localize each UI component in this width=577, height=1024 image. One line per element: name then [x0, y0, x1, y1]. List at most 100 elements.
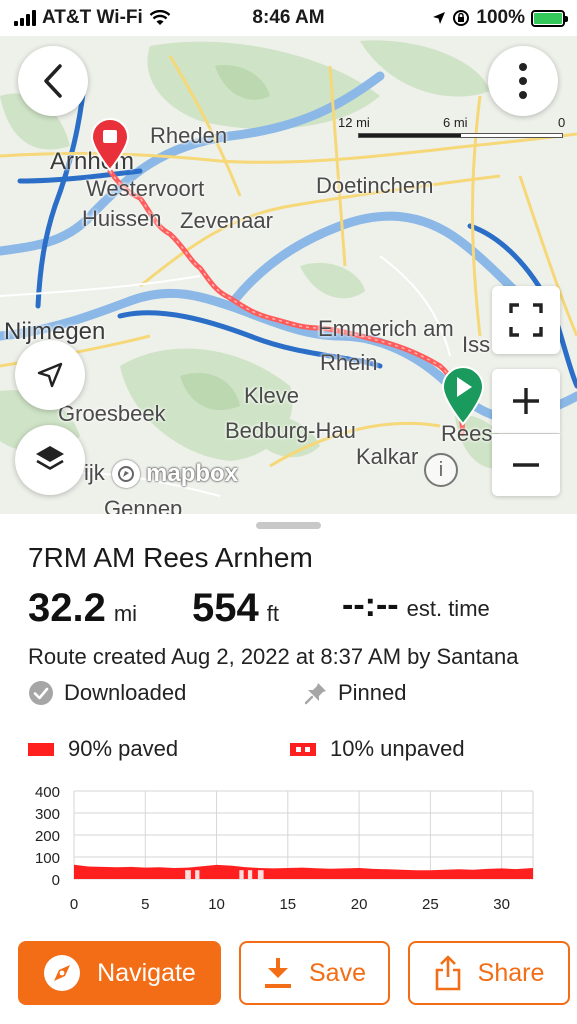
more-button[interactable] [488, 46, 558, 116]
map-label-groesbeek: Groesbeek [58, 401, 166, 426]
orientation-lock-icon [453, 10, 470, 26]
map-label-kleve: Kleve [244, 383, 300, 408]
mapbox-wordmark: mapbox [146, 460, 239, 487]
location-arrow-icon [37, 362, 63, 388]
chart-x-tick-label: 25 [422, 896, 439, 913]
chart-y-tick-label: 100 [35, 850, 60, 867]
mapbox-logo-icon [112, 460, 140, 488]
compass-icon [44, 955, 81, 991]
map-label-kalkar: Kalkar [356, 444, 419, 469]
unpaved-swatch [290, 742, 316, 756]
save-button[interactable]: Save [239, 941, 390, 1005]
navigate-button[interactable]: Navigate [18, 941, 221, 1005]
map-label-doetinchem: Doetinchem [316, 173, 434, 198]
route-details-sheet: 7RM AM Rees Arnhem 32.2 mi 554 ft --:-- … [0, 514, 577, 1024]
chart-x-tick-label: 15 [279, 896, 296, 913]
chart-y-tick-label: 400 [35, 784, 60, 801]
legend-unpaved: 10% unpaved [290, 736, 465, 762]
pinned-label: Pinned [338, 680, 407, 705]
map-label-zevenaar: Zevenaar [180, 208, 273, 233]
share-button[interactable]: Share [408, 941, 570, 1005]
chart-y-tick-label: 0 [52, 872, 60, 889]
download-icon [265, 958, 291, 988]
map-label-rhein: Rhein [320, 350, 378, 375]
legend-paved: 90% paved [28, 736, 178, 762]
back-button[interactable] [18, 46, 88, 116]
paved-label: 90% paved [68, 736, 179, 761]
downloaded-label: Downloaded [64, 680, 187, 705]
scale-label-12mi: 12 mi [338, 115, 370, 130]
distance-stat: 32.2 mi [28, 586, 137, 631]
distance-value: 32.2 [28, 586, 106, 630]
checkmark-circle-icon [29, 681, 53, 705]
start-pin-icon[interactable] [441, 366, 485, 426]
info-icon: i [438, 458, 444, 481]
status-bar: AT&T Wi-Fi 8:46 AM 100% [0, 0, 577, 36]
navigate-label: Navigate [97, 958, 196, 987]
unpaved-segment [195, 870, 200, 879]
chart-x-tick-label: 30 [493, 896, 510, 913]
end-pin-icon[interactable] [90, 118, 130, 172]
battery-icon [531, 9, 568, 27]
downloaded-status: Downloaded [28, 680, 186, 706]
mapbox-attribution[interactable]: mapbox [112, 460, 238, 488]
map-label-ijk: ijk [84, 460, 105, 485]
unpaved-segment [257, 870, 264, 879]
share-icon [435, 955, 460, 991]
pinned-status[interactable]: Pinned [304, 680, 407, 706]
route-name: 7RM AM Rees Arnhem [28, 542, 313, 573]
locate-button[interactable] [15, 340, 85, 410]
time-value: --:-- [342, 586, 399, 624]
minus-icon [513, 463, 539, 467]
fullscreen-button[interactable] [492, 286, 560, 354]
layers-icon [36, 446, 64, 470]
time-stat: --:-- est. time [342, 586, 490, 625]
scale-bar-graphic [358, 133, 563, 138]
unpaved-label: 10% unpaved [330, 736, 465, 761]
share-label: Share [477, 958, 545, 987]
route-created-info: Route created Aug 2, 2022 at 8:37 AM by … [28, 644, 519, 669]
paved-swatch [28, 742, 54, 756]
fullscreen-icon [509, 303, 543, 337]
distance-unit: mi [113, 601, 138, 626]
zoom-out-button[interactable] [492, 434, 560, 496]
battery-percent: 100% [476, 7, 525, 28]
elevation-chart[interactable]: 400 300 200 100 00 5 10 15 20 25 30 [0, 779, 577, 929]
sheet-grabber[interactable] [256, 522, 321, 529]
unpaved-segment [247, 870, 253, 879]
map-info-button[interactable]: i [424, 453, 458, 487]
chart-x-tick-label: 0 [70, 896, 78, 913]
elevation-area [74, 864, 533, 879]
chart-x-tick-label: 10 [208, 896, 225, 913]
location-services-icon [433, 12, 446, 24]
map-label-iss: Iss [462, 332, 491, 357]
map-label-huissen: Huissen [82, 206, 162, 231]
unpaved-segment [239, 870, 244, 879]
map-label-gennep: Gennep [104, 496, 183, 514]
save-label: Save [309, 958, 366, 987]
scale-label-0: 0 [558, 115, 566, 130]
layers-button[interactable] [15, 425, 85, 495]
map-label-emmerich: Emmerich am [318, 316, 454, 341]
zoom-in-button[interactable] [492, 369, 560, 433]
map-label-westervoort: Westervoort [86, 176, 205, 201]
elevation-stat: 554 ft [192, 586, 279, 631]
unpaved-segment [185, 870, 191, 879]
pin-icon [304, 683, 326, 705]
more-vertical-icon [519, 63, 527, 99]
route-map[interactable]: Rheden Arnhem Westervoort Huissen Zevena… [0, 36, 577, 514]
map-label-rheden: Rheden [150, 123, 228, 148]
map-scale-bar: 12 mi 6 mi 0 [338, 115, 570, 143]
chart-x-tick-label: 20 [351, 896, 368, 913]
elevation-value: 554 [192, 586, 259, 630]
plus-icon [513, 388, 539, 414]
elevation-unit: ft [266, 601, 279, 626]
scale-label-6mi: 6 mi [443, 115, 468, 130]
chart-y-tick-label: 300 [35, 806, 60, 823]
action-buttons: Navigate Save Share [18, 941, 570, 1007]
map-label-bedburg-hau: Bedburg-Hau [225, 418, 356, 443]
chevron-left-icon [44, 64, 62, 98]
chart-x-tick-label: 5 [141, 896, 149, 913]
status-right: 100% [432, 7, 568, 29]
time-label: est. time [406, 596, 490, 621]
